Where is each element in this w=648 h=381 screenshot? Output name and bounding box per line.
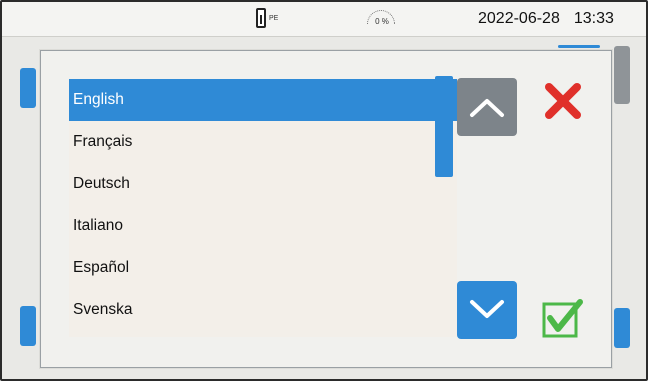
checkbox-check-icon xyxy=(542,299,583,338)
time: 13:33 xyxy=(573,10,614,27)
confirm-button[interactable] xyxy=(537,293,589,345)
status-bar: PE 0 % 2022-06-28 13:33 xyxy=(2,2,646,37)
background-button-left-top xyxy=(20,68,36,108)
close-icon xyxy=(545,83,581,119)
language-item-svenska[interactable]: Svenska xyxy=(69,289,457,331)
memory-indicator: 0 % xyxy=(366,10,398,28)
battery-icon xyxy=(256,8,266,28)
language-item-francais[interactable]: Français xyxy=(69,121,457,163)
language-item-italiano[interactable]: Italiano xyxy=(69,205,457,247)
scroll-up-button[interactable] xyxy=(457,78,517,136)
list-scrollbar[interactable] xyxy=(435,76,453,177)
instrument-screen: PE 0 % 2022-06-28 13:33 English Français … xyxy=(0,0,648,381)
date: 2022-06-28 xyxy=(478,10,560,27)
chevron-up-icon xyxy=(470,99,504,117)
pe-indicator: PE xyxy=(269,15,279,22)
language-list[interactable]: English Français Deutsch Italiano Españo… xyxy=(69,79,457,337)
language-item-espanol[interactable]: Español xyxy=(69,247,457,289)
date-time: 2022-06-28 13:33 xyxy=(478,10,614,28)
language-item-english[interactable]: English xyxy=(69,79,457,121)
language-selection-dialog: English Français Deutsch Italiano Españo… xyxy=(40,50,612,368)
chevron-down-icon xyxy=(470,300,504,318)
background-progress-bar xyxy=(558,45,600,48)
language-item-deutsch[interactable]: Deutsch xyxy=(69,163,457,205)
scroll-down-button[interactable] xyxy=(457,281,517,339)
cancel-button[interactable] xyxy=(537,75,589,127)
background-button-left-bottom xyxy=(20,306,36,346)
memory-percent: 0 % xyxy=(375,17,389,26)
background-button-right-top xyxy=(614,46,630,104)
background-button-right-bottom xyxy=(614,308,630,348)
